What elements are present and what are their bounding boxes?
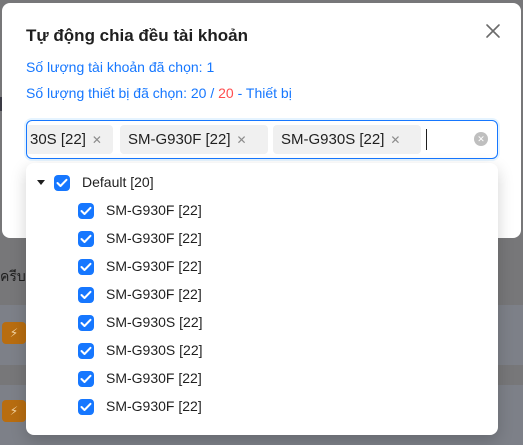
tag-remove-icon[interactable]: ✕ xyxy=(235,126,249,155)
close-icon[interactable] xyxy=(484,22,502,40)
devices-selected-prefix: Số lượng thiết bị đã chọn: 20 / xyxy=(26,85,219,101)
tree-node-label: Default [20] xyxy=(82,174,154,190)
clear-circle-icon[interactable]: ✕ xyxy=(474,132,488,146)
tree-dropdown: Default [20] SM-G930F [22] SM-G930F [22]… xyxy=(26,163,498,435)
modal-title: Tự động chia đều tài khoản xyxy=(26,26,248,45)
tag-remove-icon[interactable]: ✕ xyxy=(90,126,104,155)
checkbox-checked-icon[interactable] xyxy=(78,259,94,275)
tag-remove-icon[interactable]: ✕ xyxy=(388,126,402,155)
checkbox-checked-icon[interactable] xyxy=(78,315,94,331)
tree-node-child[interactable]: SM-G930F [22] xyxy=(26,365,498,393)
checkbox-checked-icon[interactable] xyxy=(78,287,94,303)
devices-selected-suffix: - Thiết bị xyxy=(233,85,292,101)
tree-node-child[interactable]: SM-G930F [22] xyxy=(26,225,498,253)
tree-node-label: SM-G930F [22] xyxy=(106,202,202,218)
selected-tag: SM-G930S [22] ✕ xyxy=(273,125,421,154)
devices-selected-count: Số lượng thiết bị đã chọn: 20 / 20 - Thi… xyxy=(26,85,292,101)
checkbox-checked-icon[interactable] xyxy=(54,175,70,191)
selected-tag: 30S [22] ✕ xyxy=(27,125,113,155)
bolt-icon: ⚡ xyxy=(2,400,26,422)
tree-node-label: SM-G930F [22] xyxy=(106,258,202,274)
tree-node-child[interactable]: SM-G930F [22] xyxy=(26,253,498,281)
tree-node-root[interactable]: Default [20] xyxy=(26,169,498,197)
caret-down-icon[interactable] xyxy=(37,180,45,185)
tree-node-label: SM-G930F [22] xyxy=(106,398,202,414)
checkbox-checked-icon[interactable] xyxy=(78,203,94,219)
text-cursor xyxy=(426,129,427,150)
tag-label: 30S [22] xyxy=(30,131,86,148)
tree-node-label: SM-G930S [22] xyxy=(106,314,203,330)
background-text: ัครีบ xyxy=(0,269,26,285)
tree-node-child[interactable]: SM-G930F [22] xyxy=(26,197,498,225)
selected-tag: SM-G930F [22] ✕ xyxy=(120,125,268,154)
checkbox-checked-icon[interactable] xyxy=(78,231,94,247)
tree-node-child[interactable]: SM-G930F [22] xyxy=(26,281,498,309)
tree-node-label: SM-G930F [22] xyxy=(106,370,202,386)
tree-node-child[interactable]: SM-G930F [22] xyxy=(26,393,498,421)
checkbox-checked-icon[interactable] xyxy=(78,343,94,359)
bolt-icon: ⚡ xyxy=(2,322,26,344)
accounts-selected-count: Số lượng tài khoản đã chọn: 1 xyxy=(26,59,215,75)
tree-node-child[interactable]: SM-G930S [22] xyxy=(26,309,498,337)
tree-node-label: SM-G930F [22] xyxy=(106,286,202,302)
checkbox-checked-icon[interactable] xyxy=(78,399,94,415)
device-tree-select[interactable]: 30S [22] ✕ SM-G930F [22] ✕ SM-G930S [22] ✕ … xyxy=(26,120,498,159)
tree-node-label: SM-G930S [22] xyxy=(106,342,203,358)
checkbox-checked-icon[interactable] xyxy=(78,371,94,387)
tree-node-label: SM-G930F [22] xyxy=(106,230,202,246)
tag-label: SM-G930S [22] xyxy=(281,131,385,148)
tree-node-child[interactable]: SM-G930S [22] xyxy=(26,337,498,365)
tag-label: SM-G930F [22] xyxy=(128,131,231,148)
devices-total: 20 xyxy=(218,85,234,101)
